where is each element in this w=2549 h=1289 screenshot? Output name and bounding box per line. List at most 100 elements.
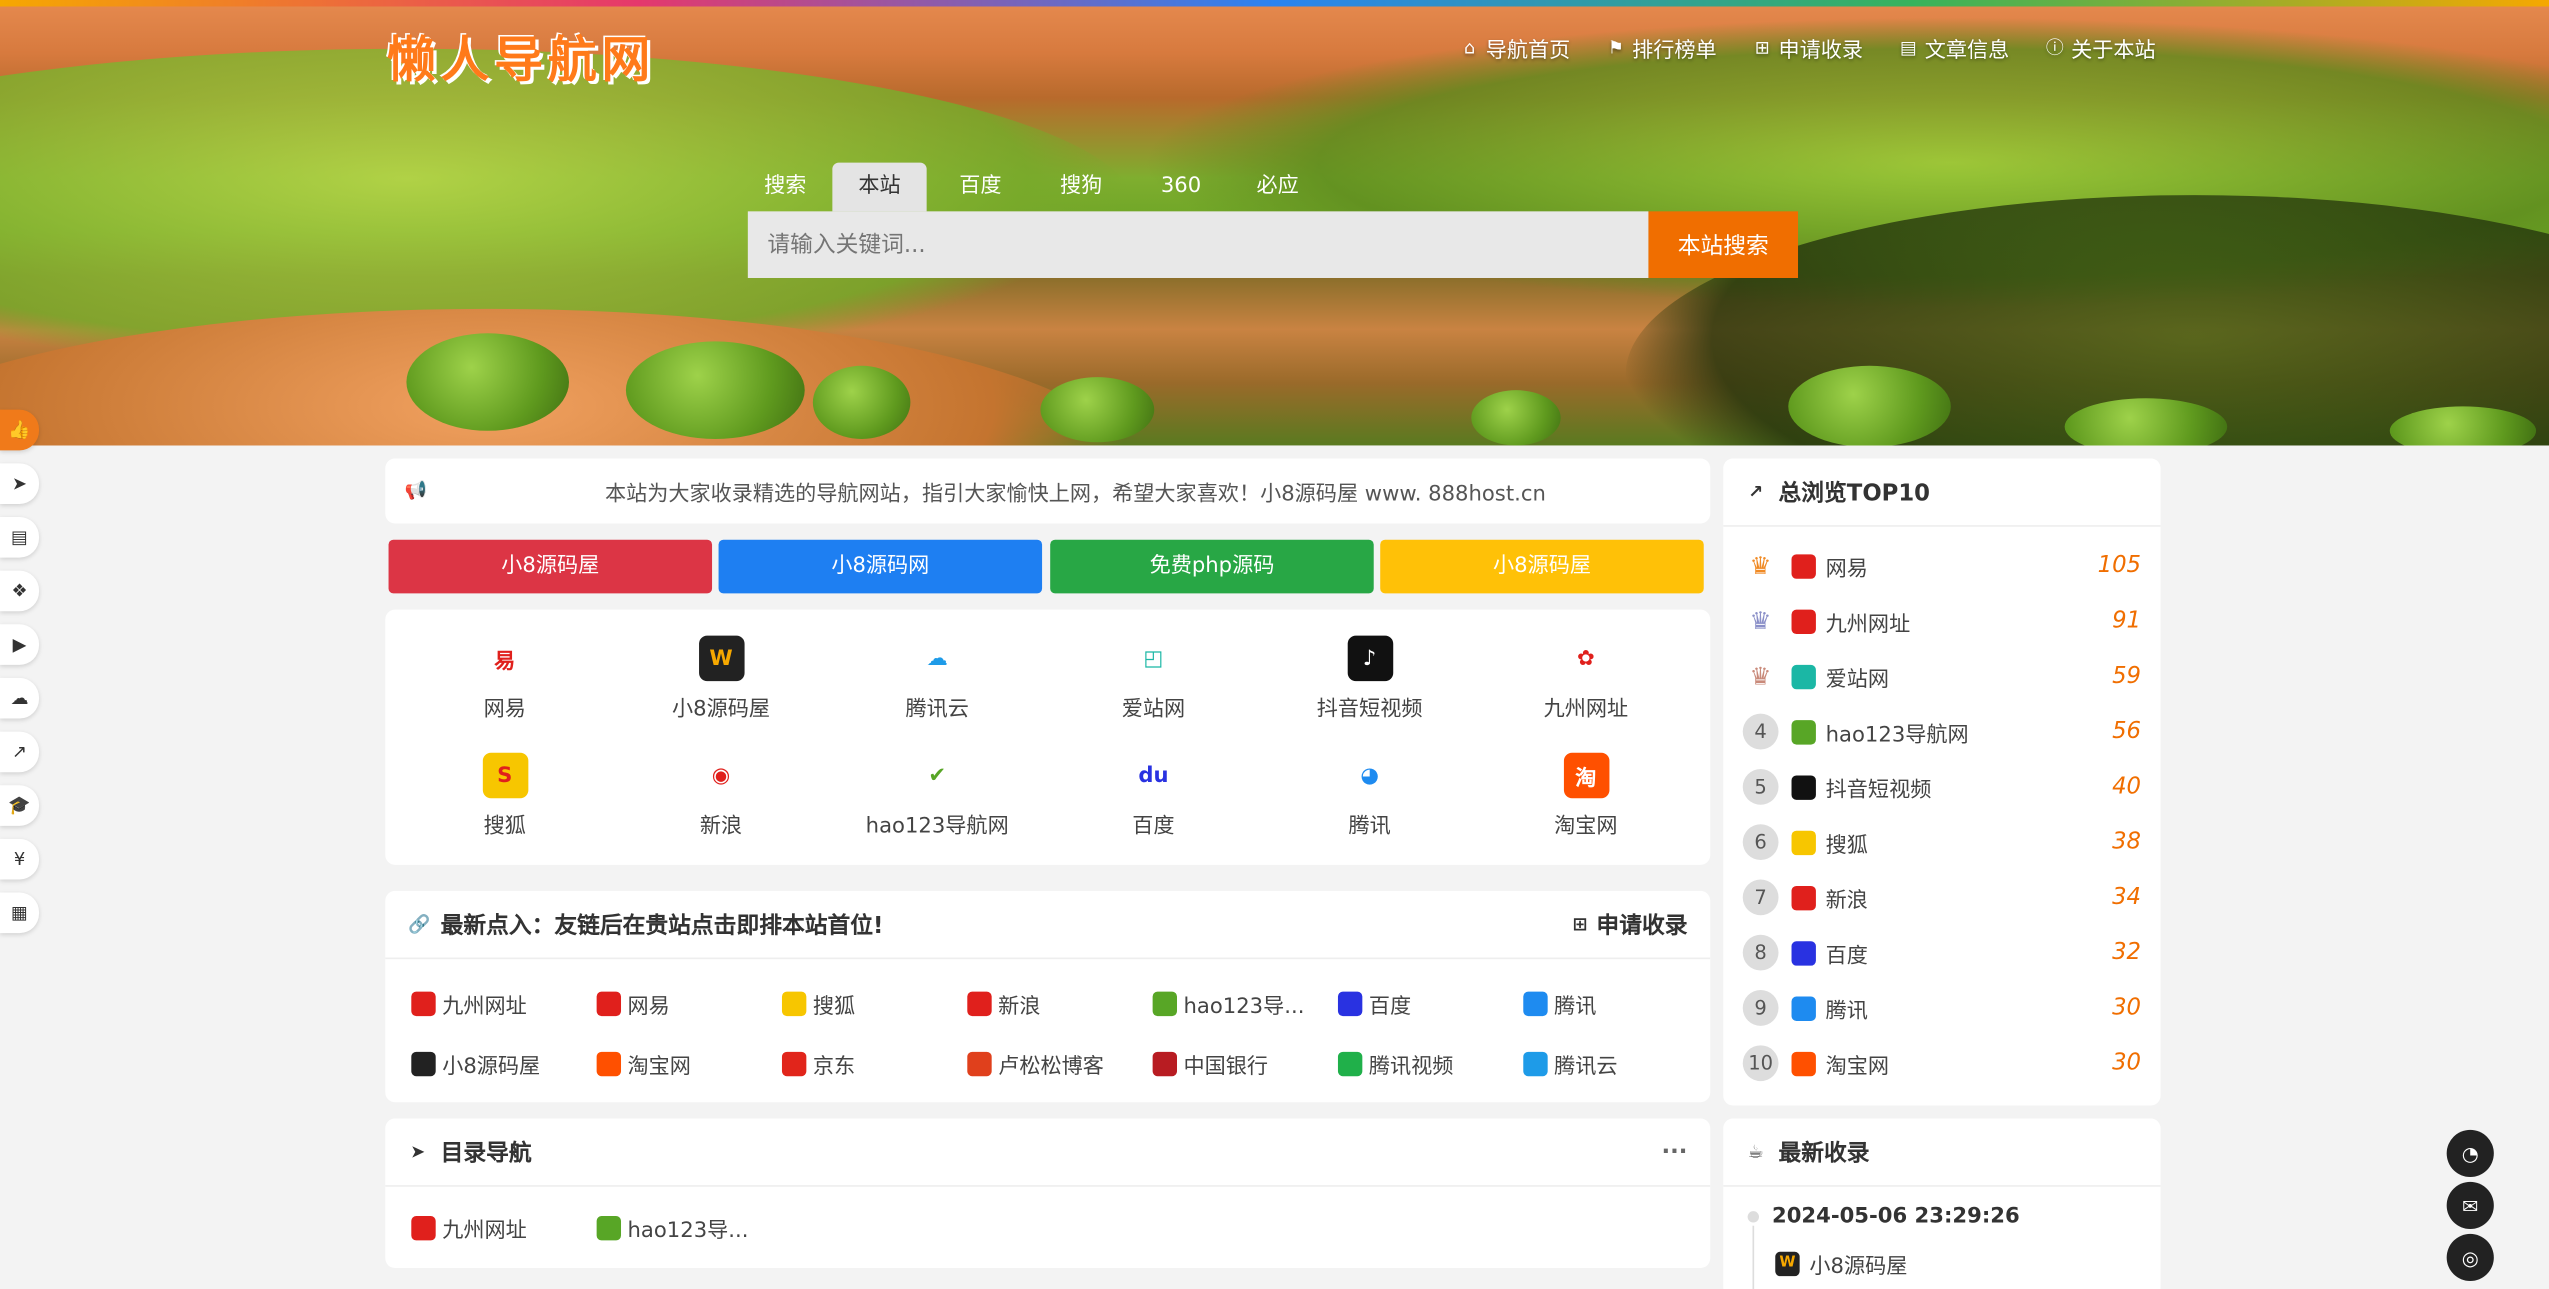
link-item[interactable]: 中国银行	[1152, 1049, 1269, 1080]
site-favicon-icon	[781, 991, 807, 1017]
promo-button[interactable]: 小8源码屋	[1380, 539, 1704, 594]
apply-link[interactable]: ⊞ 申请收录	[1570, 908, 1688, 941]
top10-row[interactable]: 5 抖音短视频 40	[1742, 767, 2141, 806]
wechat-icon[interactable]: ◎	[2446, 1233, 2494, 1282]
promo-button[interactable]: 小8源码网	[718, 539, 1043, 594]
yen-icon[interactable]: ¥	[0, 838, 40, 880]
link-item[interactable]: 京东	[781, 1049, 855, 1079]
top10-row[interactable]: 8 百度 32	[1742, 933, 2142, 972]
top10-row[interactable]: ♛ 爱站网 59	[1743, 657, 2141, 696]
more-button[interactable]: ···	[1662, 1139, 1688, 1165]
nav-about[interactable]: ⓘ 关于本站	[2045, 33, 2156, 63]
site-card[interactable]: du 百度	[1045, 752, 1261, 839]
site-card[interactable]: 易网易	[397, 635, 613, 722]
site-favicon-icon	[1337, 991, 1363, 1017]
cloud-icon[interactable]: ☁	[0, 677, 40, 719]
paper-plane-icon[interactable]: ➤	[0, 463, 40, 504]
tab-bing[interactable]: 必应	[1227, 163, 1325, 212]
nav-ranking[interactable]: ⚑ 排行榜单	[1606, 33, 1717, 63]
view-count: 32	[2112, 939, 2142, 966]
tab-search[interactable]: 搜索	[748, 163, 833, 212]
tab-baidu[interactable]: 百度	[927, 163, 1028, 212]
link-item[interactable]: 淘宝网	[596, 1049, 691, 1079]
top10-row[interactable]: ♛ 网易 105	[1743, 546, 2141, 585]
home-icon: ⌂	[1463, 36, 1476, 58]
site-card[interactable]: ◰ 爱站网	[1045, 635, 1261, 722]
flag-icon: ⚑	[1607, 36, 1624, 58]
view-count: 59	[2112, 663, 2142, 690]
link-label: 搜狐	[812, 994, 856, 1020]
site-logo-icon: ✿	[1563, 635, 1609, 682]
site-logo[interactable]: 懒人导航网	[387, 20, 655, 92]
site-card[interactable]: 淘淘宝网	[1478, 752, 1694, 839]
link-item[interactable]: 小8源码屋	[411, 1049, 540, 1079]
site-favicon-icon: W	[1775, 1251, 1800, 1277]
panel-header: ↗ 总浏览TOP10	[1723, 458, 2161, 527]
site-card[interactable]: ✔ hao123导航网	[829, 752, 1045, 839]
nav-apply[interactable]: ⊞ 申请收录	[1752, 33, 1864, 64]
latest-item[interactable]: W 小8源码屋	[1775, 1249, 1907, 1279]
promo-button[interactable]: 小8源码屋	[388, 539, 713, 594]
cubes-icon[interactable]: ❖	[0, 570, 40, 612]
file-icon[interactable]: ▤	[0, 516, 40, 558]
link-item[interactable]: hao123导...	[1152, 988, 1304, 1019]
link-label: 中国银行	[1183, 1055, 1269, 1080]
site-card[interactable]: W 小8源码屋	[613, 635, 829, 722]
site-name: 九州网址	[1543, 697, 1629, 722]
youtube-icon[interactable]: ▶	[0, 624, 40, 665]
tab-site[interactable]: 本站	[832, 162, 927, 212]
link-item[interactable]: 腾讯视频	[1337, 1049, 1453, 1079]
graduation-cap-icon[interactable]: 🎓	[0, 785, 40, 826]
top10-row[interactable]: ♛ 九州网址 91	[1743, 602, 2141, 641]
nav-home[interactable]: ⌂ 导航首页	[1460, 33, 1571, 63]
link-item[interactable]: 新浪	[967, 988, 1040, 1019]
link-item[interactable]: 卢松松博客	[967, 1049, 1104, 1079]
site-favicon-icon	[1791, 940, 1816, 965]
view-count: 56	[2112, 718, 2142, 745]
site-name: 搜狐	[1825, 833, 1868, 858]
latest-added-panel: ☕ 最新收录 2024-05-06 23:29:26 W 小8源码屋	[1723, 1118, 2161, 1289]
top10-row[interactable]: 4 hao123导航网 56	[1742, 712, 2142, 751]
site-favicon-icon	[411, 1051, 436, 1077]
timeline-dot	[1744, 1207, 1763, 1226]
link-item[interactable]: 网易	[596, 988, 670, 1019]
th-large-icon[interactable]: ▦	[0, 892, 40, 934]
link-item[interactable]: 九州网址	[411, 988, 527, 1019]
site-logo-icon: ◉	[698, 752, 744, 799]
link-item[interactable]: 腾讯云	[1523, 1049, 1618, 1079]
directory-item[interactable]: 九州网址	[411, 1213, 527, 1244]
plus-square-icon: ⊞	[1572, 912, 1588, 934]
link-item[interactable]: 腾讯	[1523, 988, 1596, 1019]
site-card[interactable]: ◉ 新浪	[613, 752, 829, 839]
nav-articles[interactable]: ▤ 文章信息	[1899, 33, 2009, 63]
thumbs-up-icon[interactable]: 👍	[0, 409, 40, 451]
panel-header: 🔗 最新点入：友链后在贵站点击即排本站首位! ⊞ 申请收录	[385, 891, 1711, 960]
tab-360[interactable]: 360	[1128, 163, 1227, 212]
search-button[interactable]: 本站搜索	[1648, 211, 1799, 278]
site-card[interactable]: S 搜狐	[397, 752, 613, 839]
promo-button[interactable]: 免费php源码	[1050, 539, 1374, 594]
link-item[interactable]: 百度	[1337, 988, 1411, 1019]
site-favicon-icon	[1523, 1051, 1548, 1077]
top10-row[interactable]: 9 腾讯 30	[1742, 988, 2141, 1027]
site-favicon-icon	[1791, 829, 1816, 855]
top10-row[interactable]: 6 搜狐 38	[1742, 823, 2141, 862]
site-card[interactable]: ◕ 腾讯	[1262, 752, 1478, 839]
directory-item[interactable]: hao123导...	[596, 1213, 748, 1244]
tab-sogou[interactable]: 搜狗	[1028, 163, 1129, 212]
line-chart-icon[interactable]: ↗	[0, 731, 40, 773]
link-item[interactable]: 搜狐	[781, 988, 856, 1020]
site-favicon-icon	[1523, 991, 1548, 1017]
qq-icon[interactable]: ◔	[2446, 1129, 2494, 1178]
envelope-icon[interactable]: ✉	[2446, 1181, 2494, 1230]
site-favicon-icon	[1337, 1051, 1363, 1077]
site-card[interactable]: ♪ 抖音短视频	[1262, 635, 1478, 722]
site-name: hao123导航网	[1825, 722, 1969, 748]
top10-row[interactable]: 10 淘宝网 30	[1742, 1044, 2141, 1083]
site-card[interactable]: ☁ 腾讯云	[829, 635, 1045, 722]
nav-label: 申请收录	[1778, 39, 1864, 64]
site-card[interactable]: ✿ 九州网址	[1478, 635, 1694, 722]
search-input[interactable]	[747, 211, 1649, 278]
site-logo-icon: du	[1130, 752, 1177, 799]
top10-row[interactable]: 7 新浪 34	[1742, 878, 2141, 917]
